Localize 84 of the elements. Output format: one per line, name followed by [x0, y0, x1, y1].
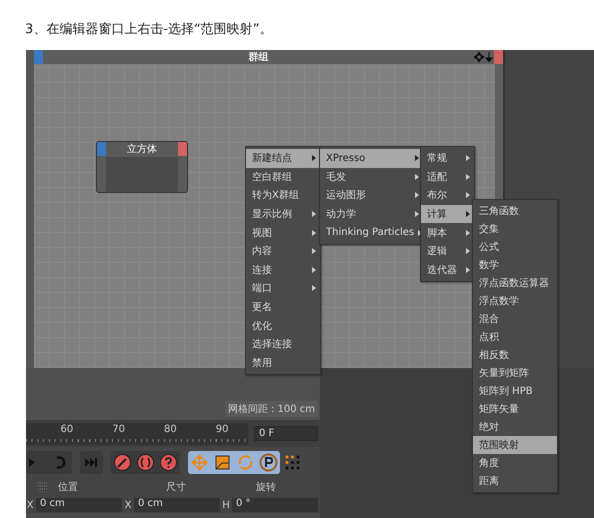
column-header: 位置 — [57, 480, 79, 494]
step-caption: 3、在编辑器窗口上右击-选择“范围映射”。 — [25, 21, 272, 38]
frame-number: 80 — [163, 422, 178, 436]
menu-item[interactable]: 显示比例 — [246, 204, 320, 224]
submenu-arrow-icon — [415, 174, 419, 180]
menu-item[interactable]: 连接 — [246, 260, 320, 280]
axis-label: X — [124, 500, 132, 510]
menu-item[interactable]: 距离 — [473, 472, 557, 490]
frame-number: 70 — [111, 422, 126, 436]
submenu-arrow-icon — [466, 230, 470, 236]
menu-item[interactable]: 矩阵矢量 — [473, 400, 557, 418]
window-title: 群组 — [248, 50, 270, 64]
menu-item[interactable]: 计算 — [421, 204, 474, 224]
parameter-icon[interactable] — [258, 452, 279, 472]
submenu-arrow-icon — [466, 266, 470, 273]
auto-key-icon[interactable] — [135, 452, 156, 472]
submenu-arrow-icon — [312, 211, 316, 218]
menu-item[interactable]: 相反数 — [473, 346, 557, 364]
input-port-icon — [34, 50, 43, 64]
menu-item[interactable]: 适配 — [421, 168, 474, 186]
value-field[interactable]: 0 cm — [36, 498, 122, 512]
frame-number: 60 — [60, 422, 74, 436]
menu-item[interactable]: 范围映射 — [473, 436, 557, 454]
menu-item[interactable]: 运动图形 — [320, 186, 423, 205]
submenu-arrow-icon — [466, 174, 470, 180]
menu-item[interactable]: 视图 — [246, 223, 320, 242]
submenu-arrow-icon — [466, 155, 470, 162]
timeline-ruler[interactable]: 60 70 80 90 — [26, 422, 248, 444]
submenu-arrow-icon — [466, 248, 470, 254]
submenu-arrow-icon — [312, 248, 316, 254]
menu-item[interactable]: 混合 — [473, 310, 557, 328]
menu-item[interactable]: 矢量到矩阵 — [473, 364, 557, 382]
menu-item[interactable]: 转为X群组 — [246, 186, 320, 205]
output-port-icon — [494, 50, 503, 64]
submenu-arrow-icon — [312, 155, 316, 162]
value-field[interactable]: 0 ° — [232, 498, 318, 512]
help-icon[interactable] — [158, 452, 179, 472]
menu-item[interactable]: 绝对 — [473, 418, 557, 436]
menu-item[interactable]: 点积 — [473, 328, 557, 346]
submenu-arrow-icon — [312, 230, 316, 236]
submenu-arrow-icon — [312, 285, 316, 292]
grid-spacing-label: 网格间距 : 100 cm — [224, 401, 318, 417]
menu-item[interactable]: 常规 — [421, 149, 474, 168]
menu-item[interactable]: 浮点函数运算器 — [473, 274, 557, 292]
menu-item[interactable]: 优化 — [246, 316, 320, 335]
menu-item[interactable]: 布尔 — [421, 186, 474, 205]
submenu-arrow-icon — [415, 211, 419, 218]
key-icon[interactable] — [112, 452, 133, 472]
menu-item[interactable]: 逻辑 — [421, 242, 474, 261]
menu-item[interactable]: 角度 — [473, 454, 557, 472]
submenu-arrow-icon — [466, 211, 470, 218]
submenu-arrow-icon — [466, 192, 470, 198]
menu-item[interactable]: 脚本 — [421, 223, 474, 242]
frame-number: 90 — [214, 422, 230, 436]
menu-item[interactable]: 空白群组 — [246, 168, 320, 186]
menu-item[interactable]: 端口 — [246, 279, 320, 298]
cube-node[interactable]: 立方体 — [96, 141, 188, 193]
submenu-arrow-icon — [312, 266, 316, 273]
column-header: 尺寸 — [166, 480, 187, 494]
value-field[interactable]: 0 cm — [134, 498, 220, 512]
menu-item[interactable]: 公式 — [473, 238, 557, 256]
menu-item[interactable]: 浮点数学 — [473, 292, 557, 310]
axis-label: H — [222, 500, 230, 510]
column-header: 旋转 — [256, 480, 276, 494]
menu-item[interactable]: 内容 — [246, 242, 320, 261]
menu-item[interactable]: 更名 — [246, 298, 320, 316]
menu-item[interactable]: 动力学 — [320, 204, 423, 224]
menu-item[interactable]: 迭代器 — [421, 260, 474, 280]
grid-handle-icon — [38, 482, 48, 492]
node-title: 立方体 — [126, 142, 158, 157]
menu-item[interactable]: 矩阵到 HPB — [473, 382, 557, 400]
menu-item[interactable]: 选择连接 — [246, 334, 320, 354]
menu-item[interactable]: 新建结点 — [246, 149, 320, 168]
menu-item[interactable]: 交集 — [473, 220, 557, 238]
axis-label: X — [26, 500, 34, 510]
move-arrows-icon — [474, 52, 494, 62]
menu-item[interactable]: XPresso — [320, 149, 423, 168]
submenu-arrow-icon — [415, 192, 419, 198]
menu-item[interactable]: 数学 — [473, 256, 557, 274]
menu-item[interactable]: 毛发 — [320, 168, 423, 186]
menu-item[interactable]: 三角函数 — [473, 202, 557, 220]
menu-item[interactable]: 禁用 — [246, 354, 320, 372]
submenu-arrow-icon — [415, 155, 419, 162]
frame-field[interactable]: 0 F — [254, 426, 318, 441]
